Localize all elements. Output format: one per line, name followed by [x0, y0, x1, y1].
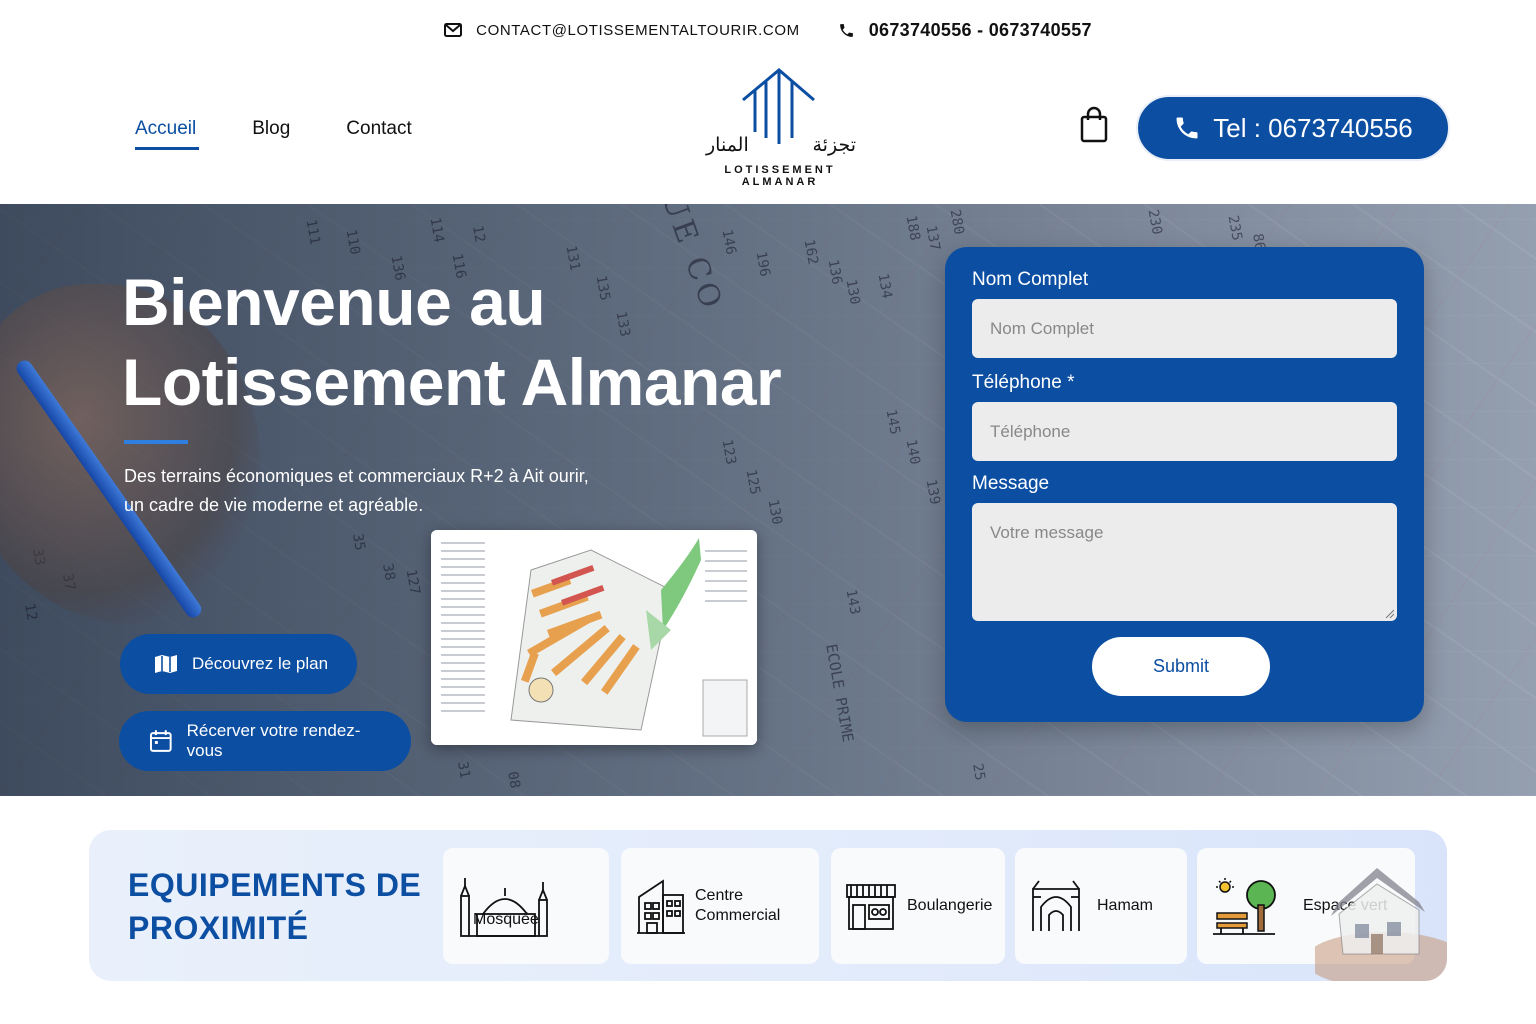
map-number: 35	[349, 532, 368, 552]
hero-description: Des terrains économiques et commerciaux …	[124, 466, 589, 515]
logo-arabic: تجزئة المنار	[706, 134, 856, 156]
nav-blog[interactable]: Blog	[252, 118, 290, 150]
map-number: 235	[1224, 214, 1245, 242]
map-number: 188	[902, 214, 923, 242]
hero-section: RUE CO 111 110 136 114 116 12 131 135 133 146 196 1…	[0, 204, 1536, 796]
phone-icon	[838, 22, 855, 39]
map-number: 127	[402, 568, 423, 596]
phone-icon	[1176, 117, 1198, 139]
contact-form: Nom Complet Nom Complet Téléphone * Télé…	[945, 247, 1424, 722]
mall-icon	[637, 879, 685, 934]
map-number: 111	[302, 218, 323, 246]
map-number: 130	[842, 278, 863, 306]
site-plan-image	[431, 530, 757, 745]
phone-label: Téléphone *	[972, 372, 1075, 393]
map-number: 230	[1144, 208, 1165, 236]
equipement-card-mall[interactable]: Centre Commercial	[621, 848, 819, 964]
name-input[interactable]: Nom Complet	[972, 299, 1397, 358]
main-nav: Accueil Blog Contact	[135, 118, 412, 150]
map-number: 12	[469, 224, 488, 244]
map-number: 137	[922, 224, 943, 252]
phone-text: 0673740556 - 0673740557	[868, 19, 1092, 40]
phone-input[interactable]: Téléphone	[972, 402, 1397, 461]
nav-accueil[interactable]: Accueil	[135, 118, 200, 150]
plan-thumbnail[interactable]	[431, 530, 757, 745]
map-number: 110	[342, 228, 363, 256]
tel-button[interactable]: Tel : 0673740556	[1136, 95, 1450, 161]
map-number: 130	[764, 498, 785, 526]
map-number: 125	[742, 468, 763, 496]
map-number: 38	[379, 562, 398, 582]
map-number: 114	[426, 216, 447, 244]
equipement-card-mosque[interactable]: Mosquée	[443, 848, 609, 964]
nav-contact[interactable]: Contact	[346, 118, 411, 150]
title-divider	[124, 440, 188, 444]
map-number: 134	[874, 272, 895, 300]
map-number: 140	[902, 438, 923, 466]
bakery-label: Boulangerie	[907, 897, 993, 914]
book-appointment-button[interactable]: Récerver votre rendez-vous	[119, 711, 411, 771]
site-header: Accueil Blog Contact تجزئة المنار LOTISS…	[0, 60, 1536, 204]
bakery-icon	[846, 884, 896, 930]
map-number: 123	[718, 438, 739, 466]
contact-topbar: CONTACT@LOTISSEMENTALTOURIR.COM 06737405…	[0, 0, 1536, 60]
map-number: 08	[504, 770, 523, 790]
name-label: Nom Complet	[972, 269, 1089, 290]
map-number: 146	[718, 228, 739, 256]
equipement-card-bakery[interactable]: Boulangerie	[831, 848, 1005, 964]
submit-button[interactable]: Submit	[1092, 637, 1270, 696]
shopping-bag-icon	[1080, 106, 1108, 143]
map-number: 25	[969, 762, 988, 782]
map-school-label: ECOLE PRIME	[822, 642, 858, 744]
calendar-icon	[149, 730, 172, 752]
mall-label: Centre Commercial	[695, 887, 781, 924]
mosque-label: Mosquée	[473, 911, 539, 928]
park-icon	[1213, 878, 1276, 935]
map-number: 280	[946, 208, 967, 236]
site-logo[interactable]: تجزئة المنار LOTISSEMENT ALMANAR	[686, 66, 874, 188]
tel-button-label: Tel : 0673740556	[1213, 112, 1413, 143]
map-icon	[155, 655, 177, 673]
equipement-card-hammam[interactable]: Hamam	[1015, 848, 1187, 964]
map-number: 145	[882, 408, 903, 436]
envelope-icon	[444, 23, 463, 37]
house-in-hands-image	[1315, 850, 1447, 981]
equipements-title: EQUIPEMENTS DE PROXIMITÉ	[128, 867, 422, 946]
resize-handle-icon[interactable]	[1384, 608, 1394, 618]
hammam-label: Hamam	[1097, 897, 1154, 914]
email-contact[interactable]: CONTACT@LOTISSEMENTALTOURIR.COM	[444, 22, 800, 39]
hero-title: Bienvenue au Lotissement Almanar	[122, 265, 782, 419]
email-text: CONTACT@LOTISSEMENTALTOURIR.COM	[476, 21, 800, 39]
map-number: 12	[21, 602, 40, 622]
logo-text: LOTISSEMENT ALMANAR	[724, 164, 836, 188]
equipements-section: EQUIPEMENTS DE PROXIMITÉ Mosquée Centre …	[89, 830, 1447, 981]
cart-button[interactable]	[1078, 106, 1110, 149]
message-textarea[interactable]: Votre message	[972, 503, 1397, 621]
discover-plan-button[interactable]: Découvrez le plan	[120, 634, 357, 694]
message-label: Message	[972, 473, 1050, 494]
map-number: 136	[824, 258, 845, 286]
phone-contact[interactable]: 0673740556 - 0673740557	[838, 20, 1092, 41]
map-number: 139	[922, 478, 943, 506]
map-number: 143	[842, 588, 863, 616]
hammam-icon	[1032, 880, 1080, 931]
map-number: 31	[454, 760, 473, 780]
